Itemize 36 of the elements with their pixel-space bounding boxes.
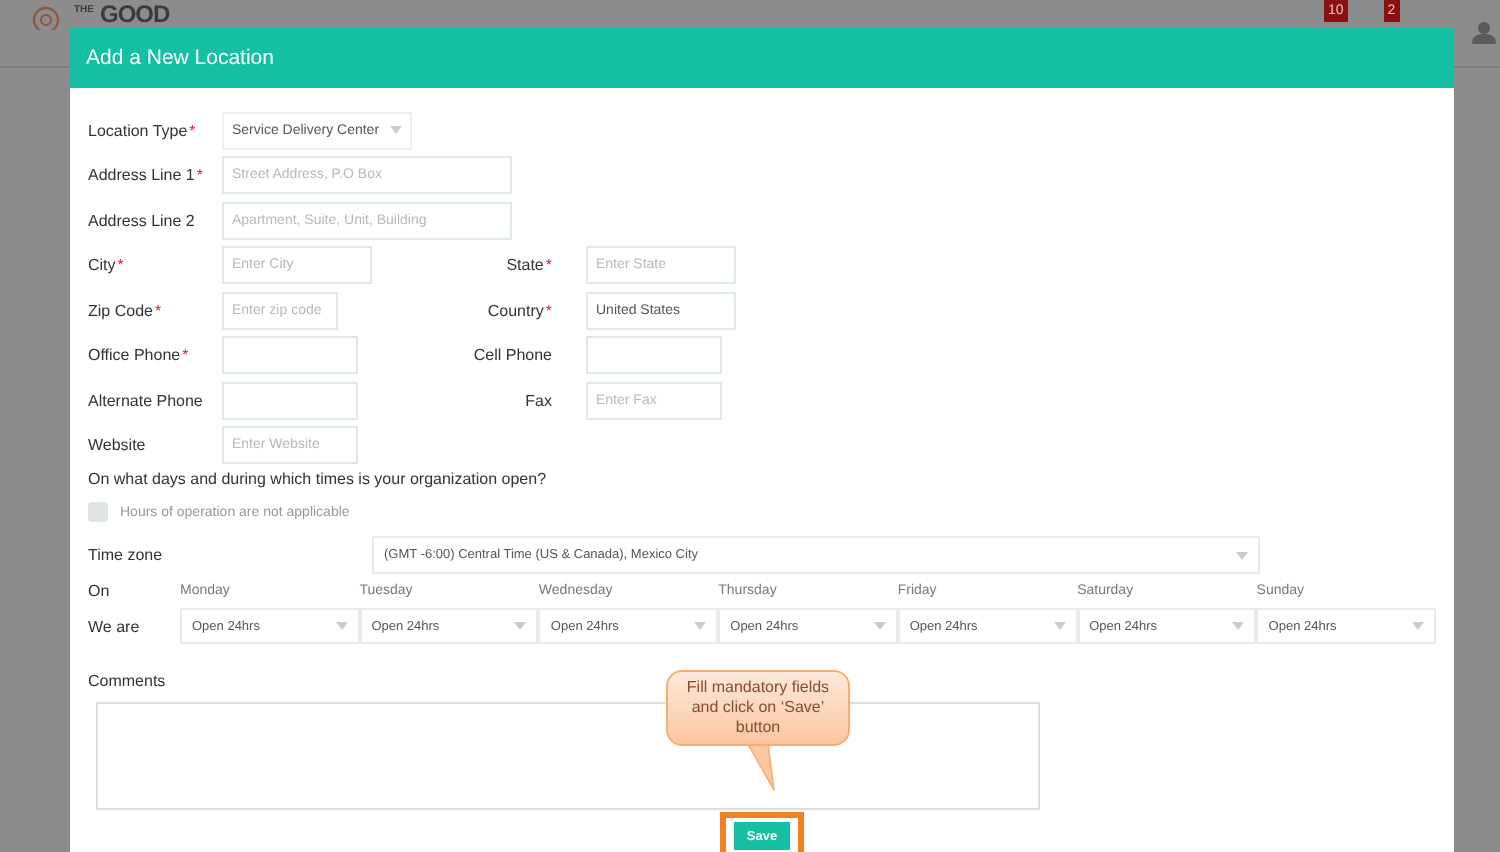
dialog-title: Add a New Location	[86, 46, 274, 70]
field-label: On	[88, 580, 112, 604]
field-label: Alternate Phone	[88, 391, 205, 409]
input-field[interactable]	[222, 381, 358, 419]
field-label: Time zone	[88, 546, 165, 564]
callout-pointer	[748, 744, 776, 792]
section-heading: On what days and during which times is your organization open?	[88, 470, 549, 492]
field-label: City*	[88, 256, 126, 274]
input-field[interactable]	[586, 336, 722, 374]
caret-icon	[1236, 551, 1248, 559]
user-icon[interactable]	[1472, 20, 1496, 44]
field-label: Location Type*	[88, 121, 198, 139]
comments-field[interactable]	[96, 702, 1040, 810]
caret-icon	[514, 622, 527, 630]
caret-icon	[873, 622, 886, 630]
field-label: Website	[88, 436, 148, 454]
field-label: Cell Phone	[471, 346, 552, 364]
caret-icon	[1053, 622, 1066, 630]
field-label: Address Line 2	[88, 211, 197, 229]
field-label: Zip Code*	[88, 301, 164, 319]
field-label: Address Line 1*	[88, 166, 205, 184]
field-label: State*	[504, 256, 552, 274]
callout-text: Fill mandatory fields and click on ‘Save’ button	[666, 670, 850, 746]
field-label: Office Phone*	[88, 346, 191, 364]
caret-icon	[1232, 622, 1245, 630]
field-label: Comments	[88, 672, 166, 690]
caret-icon	[694, 622, 707, 630]
input-field[interactable]	[222, 336, 358, 374]
field-label: Fax	[523, 391, 552, 409]
caret-icon	[390, 126, 402, 134]
caret-icon	[335, 622, 348, 630]
logo-text: GOOD	[100, 2, 170, 26]
field-label: Country*	[485, 301, 552, 319]
caret-icon	[1412, 622, 1424, 630]
checkbox[interactable]	[88, 502, 108, 522]
field-label: We are	[88, 617, 142, 635]
